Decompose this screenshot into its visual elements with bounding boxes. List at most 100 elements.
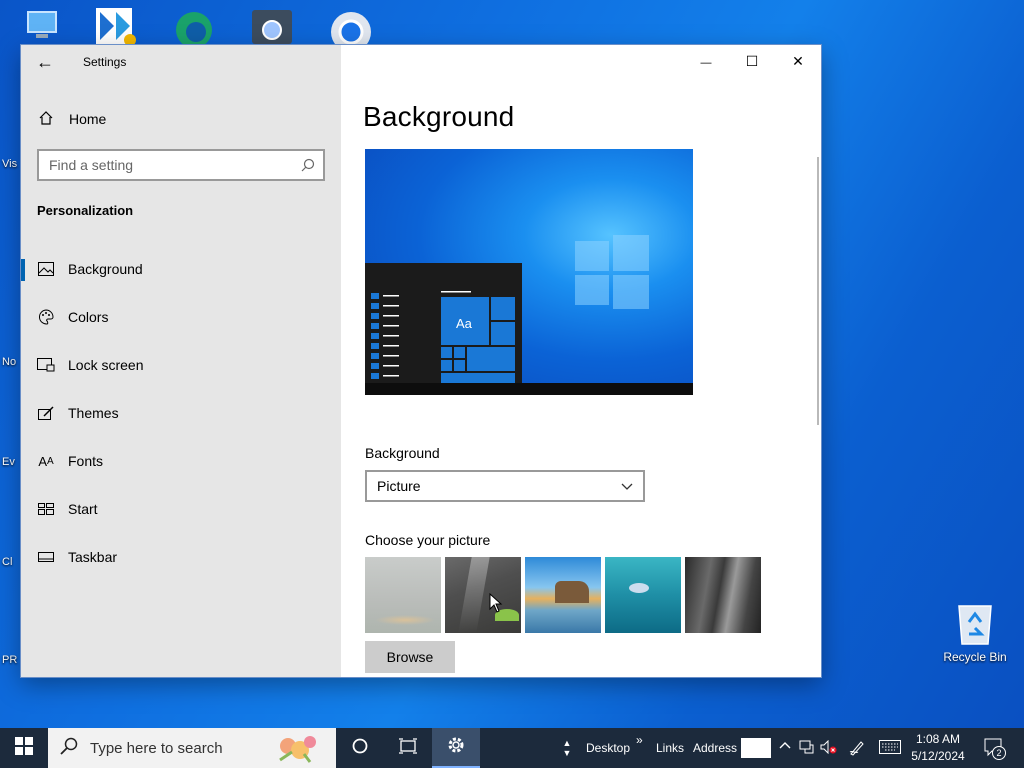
desktop-label-5: PR [2, 654, 18, 666]
windows-start-icon [15, 736, 33, 760]
fonts-icon: AA [38, 453, 54, 469]
toolbar-desktop[interactable]: Desktop [586, 741, 630, 755]
section-title: Personalization [37, 203, 134, 218]
cortana-circle-icon [352, 738, 368, 759]
touch-keyboard-icon[interactable] [878, 740, 902, 756]
picture-thumbnail-1[interactable] [365, 557, 441, 633]
clock-time: 1:08 AM [915, 732, 961, 746]
taskbar-search-placeholder: Type here to search [90, 739, 223, 757]
sidebar-item-label: Taskbar [68, 549, 118, 565]
palette-icon [37, 308, 55, 326]
sidebar-item-label: Background [68, 261, 143, 277]
start-icon [37, 500, 55, 518]
chevron-down-icon: ▼ [562, 748, 572, 758]
background-type-dropdown[interactable]: Picture [365, 470, 645, 502]
notification-count-badge: 2 [992, 746, 1006, 760]
sidebar-item-label: Colors [68, 309, 109, 325]
back-button[interactable]: ← [35, 53, 55, 73]
clock-date: 5/12/2024 [911, 749, 965, 763]
sidebar-item-lock-screen[interactable]: Lock screen [21, 345, 341, 385]
recycle-bin[interactable]: Recycle Bin [942, 600, 1008, 664]
taskbar-settings-app[interactable] [432, 728, 480, 768]
recycle-bin-label: Recycle Bin [943, 650, 1007, 664]
edge-desktop-icon[interactable] [172, 8, 220, 48]
picture-thumbnail-4[interactable] [605, 557, 681, 633]
recycle-bin-icon [955, 600, 995, 646]
taskbar: Type here to search ▲ ▼ [0, 728, 1024, 768]
picture-thumbnail-5[interactable] [685, 557, 761, 633]
lock-screen-icon [37, 356, 55, 374]
home-icon [37, 110, 55, 129]
sidebar-item-taskbar[interactable]: Taskbar [21, 537, 341, 577]
minimize-button[interactable]: — [683, 45, 729, 77]
taskbar-search-box[interactable]: Type here to search [48, 728, 336, 768]
camera-desktop-icon[interactable] [250, 8, 298, 48]
maximize-icon: ☐ [745, 53, 759, 69]
choose-picture-label: Choose your picture [365, 532, 491, 548]
action-center-button[interactable]: 2 [982, 738, 1008, 760]
background-preview: Aa [365, 149, 693, 395]
address-input[interactable] [741, 738, 771, 758]
themes-icon [37, 404, 55, 422]
content-scrollbar[interactable] [817, 157, 819, 425]
sidebar-item-home[interactable]: Home [37, 109, 106, 129]
maximize-button[interactable]: ☐ [729, 45, 775, 77]
task-view-icon [399, 737, 417, 759]
start-button[interactable] [0, 728, 48, 768]
show-hidden-icons-chevron-icon[interactable] [776, 740, 794, 756]
desktop-label-2: No [2, 356, 17, 368]
sidebar-item-label: Fonts [68, 453, 104, 469]
picture-thumbnail-2[interactable] [445, 557, 521, 633]
main-content: — ☐ ✕ Background Aa Background Picture C… [341, 45, 821, 677]
sidebar-item-fonts[interactable]: AA Fonts [21, 441, 341, 481]
home-label: Home [69, 111, 107, 127]
find-setting-input[interactable] [49, 157, 301, 173]
sidebar-item-label: Lock screen [68, 357, 144, 373]
window-title: Settings [83, 55, 127, 69]
taskbar-icon [37, 548, 55, 566]
search-icon[interactable] [301, 158, 315, 172]
page-title: Background [363, 101, 515, 132]
background-type-label: Background [365, 445, 440, 461]
sidebar-item-background[interactable]: Background [21, 249, 341, 289]
close-button[interactable]: ✕ [775, 45, 821, 77]
pen-workspace-icon[interactable] [848, 740, 866, 756]
browse-button[interactable]: Browse [365, 641, 455, 673]
cortana-button[interactable] [336, 728, 384, 768]
settings-window: ← Settings Home Personalization Backgrou… [21, 45, 821, 677]
gear-icon [446, 735, 466, 760]
sidebar-item-label: Start [68, 501, 98, 517]
sidebar-item-start[interactable]: Start [21, 489, 341, 529]
toolbar-links[interactable]: Links [656, 741, 684, 755]
app-desktop-icon[interactable] [94, 6, 142, 46]
sidebar-item-colors[interactable]: Colors [21, 297, 341, 337]
mouse-cursor [489, 592, 503, 618]
picture-thumbnail-3[interactable] [525, 557, 601, 633]
dropdown-value: Picture [377, 478, 421, 494]
back-arrow-icon: ← [36, 52, 54, 72]
chrome-desktop-icon[interactable] [328, 8, 376, 52]
preview-taskbar [365, 383, 693, 395]
toolbar-chevron[interactable]: » [636, 733, 643, 747]
windows-logo-glow [575, 235, 649, 309]
minimize-icon: — [700, 57, 712, 69]
sidebar-item-label: Themes [68, 405, 119, 421]
chevron-up-icon: ▲ [562, 738, 572, 748]
task-view-button[interactable] [384, 728, 432, 768]
this-pc-desktop-icon[interactable] [22, 8, 70, 48]
taskbar-clock[interactable]: 1:08 AM 5/12/2024 [908, 731, 968, 765]
search-icon [60, 737, 78, 759]
taskbar-scroll-arrows[interactable]: ▲ ▼ [560, 728, 574, 768]
search-highlight-flowers-icon [270, 730, 330, 768]
network-icon[interactable] [798, 740, 816, 756]
sidebar-item-themes[interactable]: Themes [21, 393, 341, 433]
desktop-label-4: Cl [2, 556, 13, 568]
volume-muted-icon[interactable] [820, 739, 838, 756]
preview-start-menu: Aa [365, 263, 522, 383]
desktop-label-3: Ev [2, 456, 15, 468]
chevron-down-icon [621, 478, 633, 494]
toolbar-address-label: Address [693, 741, 738, 755]
close-icon: ✕ [792, 53, 804, 69]
picture-icon [37, 260, 55, 278]
preview-tile-text: Aa [456, 316, 472, 331]
